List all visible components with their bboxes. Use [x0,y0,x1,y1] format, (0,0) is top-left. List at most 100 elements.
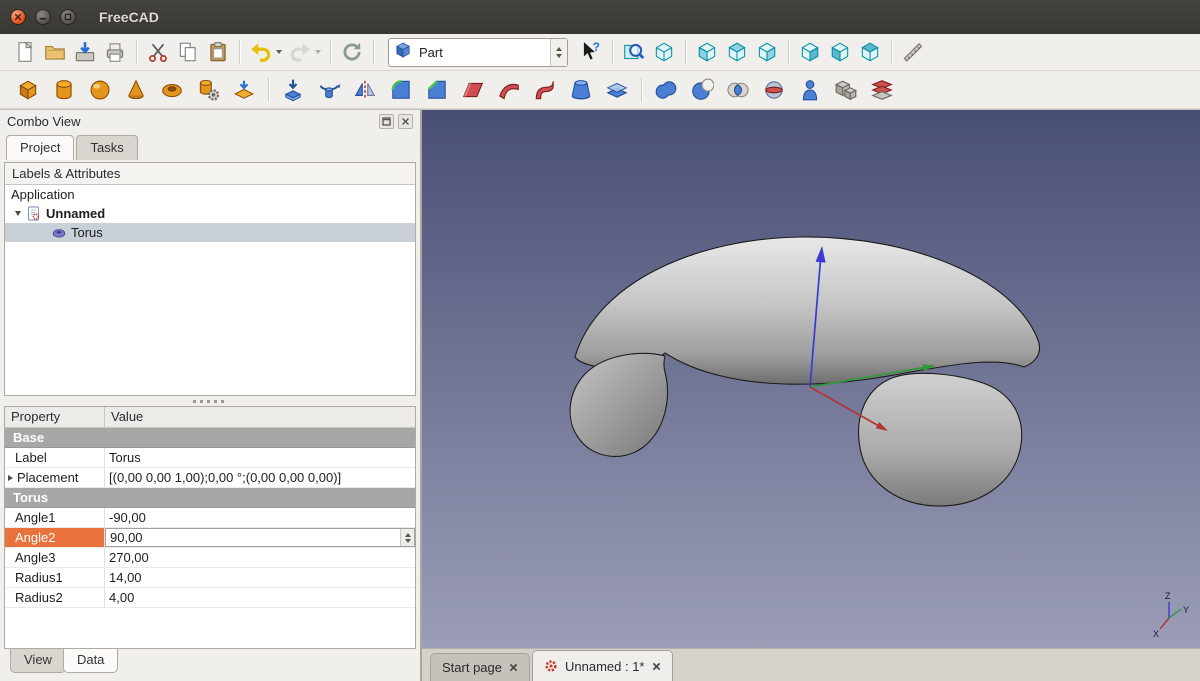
spinner-down-icon[interactable] [405,539,411,543]
boolean-cut-button[interactable] [689,77,715,103]
spinner-up-icon[interactable] [405,533,411,537]
section-button[interactable] [761,77,787,103]
value-spinner[interactable] [400,529,414,546]
chamfer-button[interactable] [424,77,450,103]
property-value-cell[interactable]: 90,00 [105,528,415,547]
property-name-cell[interactable]: Angle3 [5,548,105,567]
loft-button[interactable] [568,77,594,103]
window-maximize-button[interactable] [60,9,76,25]
expand-arrow-icon[interactable] [8,475,13,481]
dropdown-arrow-icon[interactable] [276,50,282,54]
property-column-header[interactable]: Property [5,407,105,427]
sphere-button[interactable] [87,77,113,103]
combo-view-title: Combo View [7,114,80,129]
property-name-cell[interactable]: Angle2 [5,528,105,547]
property-value-cell[interactable]: Torus [105,448,415,467]
close-panel-button[interactable] [398,114,413,129]
new-document-button[interactable] [12,39,38,65]
document-tab[interactable]: Start page [430,653,530,681]
value-column-header[interactable]: Value [105,407,415,427]
property-value-cell[interactable]: 4,00 [105,588,415,607]
cylinder-button[interactable] [51,77,77,103]
toolbar-separator [685,40,686,64]
close-tab-icon[interactable] [652,662,661,671]
save-document-button[interactable] [72,39,98,65]
application-label: Application [11,187,75,202]
document-tab-label: Start page [442,660,502,675]
tab-data[interactable]: Data [63,649,118,673]
3d-scene[interactable]: Z Y X [422,110,1200,650]
tab-tasks[interactable]: Tasks [76,135,137,160]
sweep-icon [533,78,557,102]
measure-distance-button[interactable] [900,39,926,65]
spinner-down-icon[interactable] [556,54,562,58]
splitter-handle-icon [193,400,227,403]
tab-view[interactable]: View [10,649,66,673]
ruled-surface-button[interactable] [496,77,522,103]
sweep-button[interactable] [532,77,558,103]
print-document-button[interactable] [102,39,128,65]
collapse-arrow-icon[interactable] [15,211,21,216]
float-panel-button[interactable] [379,114,394,129]
property-name: Label [15,450,47,465]
property-value-cell[interactable]: -90,00 [105,508,415,527]
box-button[interactable] [15,77,41,103]
copy-button[interactable] [175,39,201,65]
property-name-cell[interactable]: Radius1 [5,568,105,587]
redo-button[interactable] [287,39,322,65]
front-view-button[interactable] [694,39,720,65]
compound-button[interactable] [833,77,859,103]
combo-view-titlebar[interactable]: Combo View [0,110,420,132]
panel-splitter[interactable] [0,396,420,406]
property-value-cell[interactable]: [(0,00 0,00 1,00);0,00 °;(0,00 0,00 0,00… [105,468,415,487]
tree-item-document[interactable]: Unnamed [5,204,415,223]
extrude-button[interactable] [280,77,306,103]
property-name-cell[interactable]: Placement [5,468,105,487]
3d-viewport[interactable]: Z Y X Start page Unnamed : 1* [422,110,1200,681]
fit-all-button[interactable] [621,39,647,65]
cross-sections-button[interactable] [797,77,823,103]
tab-project[interactable]: Project [6,135,74,160]
workbench-spinner[interactable] [550,39,567,66]
offset-button[interactable] [604,77,630,103]
boolean-union-button[interactable] [653,77,679,103]
workbench-selector[interactable]: Part [388,38,568,67]
boolean-common-button[interactable] [725,77,751,103]
rear-view-button[interactable] [797,39,823,65]
tree-root-application[interactable]: Application [5,185,415,204]
cut-button[interactable] [145,39,171,65]
tree-item-torus[interactable]: Torus [5,223,415,242]
shape-builder-button[interactable] [231,77,257,103]
paste-button[interactable] [205,39,231,65]
property-name-cell[interactable]: Angle1 [5,508,105,527]
right-view-button[interactable] [754,39,780,65]
whats-this-button[interactable]: ? [578,39,604,65]
top-view-button[interactable] [724,39,750,65]
property-value-cell[interactable]: 14,00 [105,568,415,587]
spinner-up-icon[interactable] [556,47,562,51]
refresh-button[interactable] [339,39,365,65]
window-titlebar[interactable]: FreeCAD [0,0,1200,34]
undo-button[interactable] [248,39,283,65]
fillet-button[interactable] [388,77,414,103]
close-tab-icon[interactable] [509,663,518,672]
property-value-cell[interactable]: 270,00 [105,548,415,567]
document-tab[interactable]: Unnamed : 1* [532,650,673,681]
open-document-button[interactable] [42,39,68,65]
window-minimize-button[interactable] [35,9,51,25]
window-close-button[interactable] [10,9,26,25]
cone-button[interactable] [123,77,149,103]
torus-right-end[interactable] [859,373,1022,506]
make-face-button[interactable] [460,77,486,103]
create-primitives-button[interactable] [195,77,221,103]
property-name-cell[interactable]: Label [5,448,105,467]
left-view-button[interactable] [857,39,883,65]
axonometric-view-button[interactable] [651,39,677,65]
revolve-button[interactable] [316,77,342,103]
dropdown-arrow-icon[interactable] [315,50,321,54]
property-name-cell[interactable]: Radius2 [5,588,105,607]
torus-button[interactable] [159,77,185,103]
slice-button[interactable] [869,77,895,103]
bottom-view-button[interactable] [827,39,853,65]
mirror-button[interactable] [352,77,378,103]
